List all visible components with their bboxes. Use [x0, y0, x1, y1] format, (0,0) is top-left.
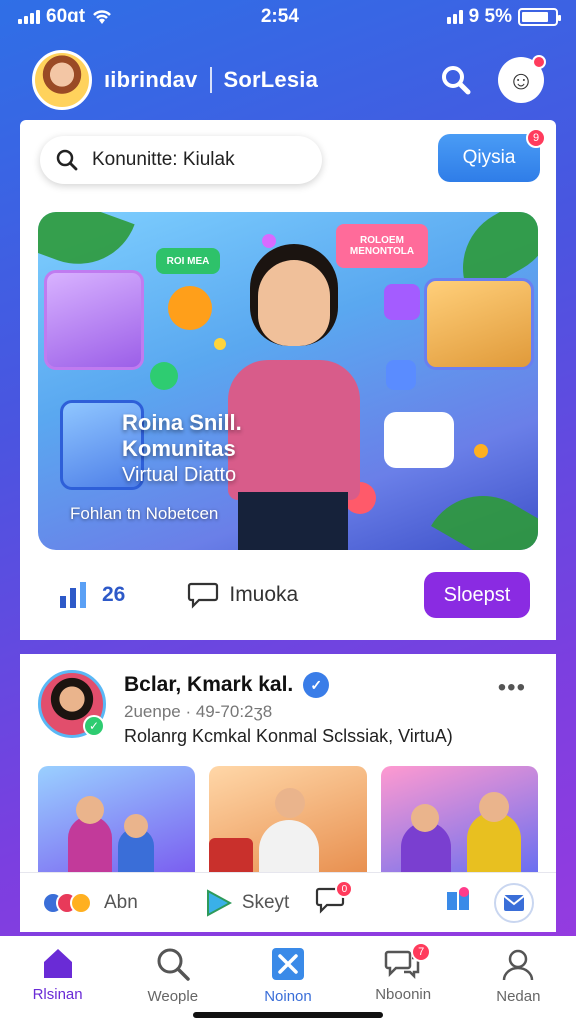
- more-options-icon[interactable]: •••: [498, 674, 526, 702]
- header-divider: [209, 67, 212, 93]
- app-title: ıibrindav: [104, 67, 198, 92]
- like-button[interactable]: 26: [58, 580, 125, 610]
- verified-check-icon: ✓: [83, 715, 105, 737]
- tab-profile[interactable]: Nedan: [470, 946, 566, 1005]
- battery-percent: 9 5%: [468, 6, 512, 27]
- search-icon: [157, 948, 190, 981]
- status-bar: 60ɑt 2:54 9 5%: [0, 0, 576, 34]
- tab-home[interactable]: Rlsinan: [10, 946, 106, 1003]
- tab-messages-badge: 7: [411, 942, 432, 962]
- comment-icon: [188, 582, 219, 609]
- message-share-button[interactable]: 0: [315, 880, 354, 919]
- search-text: Konunitte: Kiulak: [92, 149, 235, 170]
- notification-dot: [532, 55, 546, 69]
- mail-icon: [503, 894, 525, 911]
- profile-avatar[interactable]: [32, 50, 92, 110]
- message-badge: 0: [335, 880, 354, 898]
- palm-leaf-decoration: [431, 474, 538, 550]
- tab-profile-label: Nedan: [496, 988, 541, 1005]
- hero-title-line3: Virtual Diatto: [122, 464, 237, 486]
- battery-icon: [517, 8, 561, 26]
- chat-bubble-icon: [168, 286, 212, 330]
- tab-people-label: Weople: [147, 988, 199, 1005]
- home-icon: [43, 949, 72, 978]
- media-thumbnail[interactable]: [38, 766, 196, 872]
- bar-chart-icon: [60, 582, 86, 608]
- post-card: ✓ Bclar, Kmark kal. ✓ ••• 2uenpe · 49-70…: [20, 654, 556, 872]
- send-icon: [386, 360, 416, 390]
- signal-icon: [18, 10, 40, 24]
- room-scene-panel: [424, 278, 534, 370]
- search-icon: [56, 149, 78, 171]
- wifi-icon: [93, 10, 111, 24]
- post-text: Rolanrg Kcmkal Konmal Sclssiak, VirtuA): [124, 726, 453, 746]
- check-icon: [150, 362, 178, 390]
- bottom-tab-bar: Rlsinan Weople Noinon 7 Nboonin Nedan: [0, 936, 576, 1024]
- cell-signal-icon: [446, 10, 463, 24]
- hero-banner[interactable]: ROI MEA ROLOEM MENONTOLA Roina Snill. Ko…: [38, 212, 538, 550]
- chip-green: ROI MEA: [156, 248, 220, 274]
- tab-people[interactable]: Weople: [125, 946, 221, 1005]
- sparkle-dot: [474, 444, 488, 458]
- header-search-button[interactable]: [436, 60, 476, 100]
- post-actions: 26 Imuoka Sloepst: [58, 570, 530, 620]
- hero-title-line1: Roina Snill.: [122, 410, 242, 435]
- search-icon: [442, 66, 471, 95]
- hero-caption: Fohlan tn Nobetcen: [70, 504, 219, 523]
- user-icon: [503, 949, 534, 981]
- app-subtitle: SorLesia: [223, 67, 319, 92]
- like-count: 26: [102, 583, 126, 606]
- community-search-input[interactable]: Konunitte: Kiulak: [40, 136, 322, 184]
- play-share-button[interactable]: Skeyt: [206, 888, 290, 917]
- tab-messages[interactable]: 7 Nboonin: [355, 942, 451, 1003]
- smiley-icon: ☺: [507, 64, 535, 95]
- post-author-name: Bclar, Kmark kal.: [124, 673, 294, 696]
- status-left: 60ɑt: [18, 6, 113, 28]
- carrier-label: 60ɑt: [46, 6, 86, 27]
- app-logos-icon: [42, 891, 92, 914]
- play-share-label: Skeyt: [241, 891, 290, 913]
- post-timestamp: 2uenpe · 49-70:2ʒ8: [124, 702, 273, 721]
- hero-title: Roina Snill. Komunitas Virtual Diatto: [122, 410, 242, 488]
- tab-create-label: Noinon: [264, 988, 312, 1005]
- qiysia-button[interactable]: Qiysia 9: [438, 128, 546, 182]
- hero-title-line2: Komunitas: [122, 436, 236, 461]
- feature-card: Konunitte: Kiulak Qiysia 9 ROI MEA ROLOE…: [20, 120, 556, 640]
- status-right: 9 5%: [446, 6, 561, 28]
- hero-woman-figure: [218, 252, 368, 550]
- assistant-button[interactable]: ☺: [498, 55, 546, 103]
- bookmark-icon: [447, 887, 469, 910]
- status-time: 2:54: [260, 6, 299, 27]
- app-share-label: Abn: [104, 891, 138, 913]
- comment-button[interactable]: Imuoka: [187, 581, 298, 609]
- qiysia-badge: 9: [526, 128, 546, 148]
- app-share-button[interactable]: Abn: [42, 891, 138, 914]
- music-icon: [384, 284, 420, 320]
- verified-badge-icon: ✓: [303, 672, 330, 698]
- sticker-card: [384, 412, 454, 468]
- home-indicator: [193, 1012, 383, 1018]
- tab-messages-label: Nboonin: [375, 986, 432, 1003]
- join-button[interactable]: Sloepst: [424, 572, 530, 618]
- qiysia-label: Qiysia: [462, 147, 516, 168]
- tab-home-label: Rlsinan: [32, 986, 83, 1003]
- comment-label: Imuoka: [229, 583, 299, 606]
- sparkle-dot: [262, 234, 276, 248]
- post-media-gallery: [38, 766, 538, 872]
- app-header: ıibrindav SorLesia ☺: [0, 44, 576, 116]
- close-box-icon: [271, 948, 304, 980]
- mail-button[interactable]: [494, 882, 534, 923]
- post-author-avatar[interactable]: ✓: [38, 670, 106, 738]
- video-call-panel: [44, 270, 144, 370]
- header-actions: ☺: [436, 55, 546, 103]
- media-thumbnail[interactable]: [209, 766, 367, 872]
- share-action-bar: Abn Skeyt 0: [20, 872, 556, 932]
- media-thumbnail[interactable]: [380, 766, 538, 872]
- tab-create[interactable]: Noinon: [240, 946, 336, 1005]
- post-author[interactable]: Bclar, Kmark kal. ✓: [124, 672, 330, 698]
- play-store-icon: [206, 888, 232, 917]
- bookmark-button[interactable]: [444, 886, 472, 919]
